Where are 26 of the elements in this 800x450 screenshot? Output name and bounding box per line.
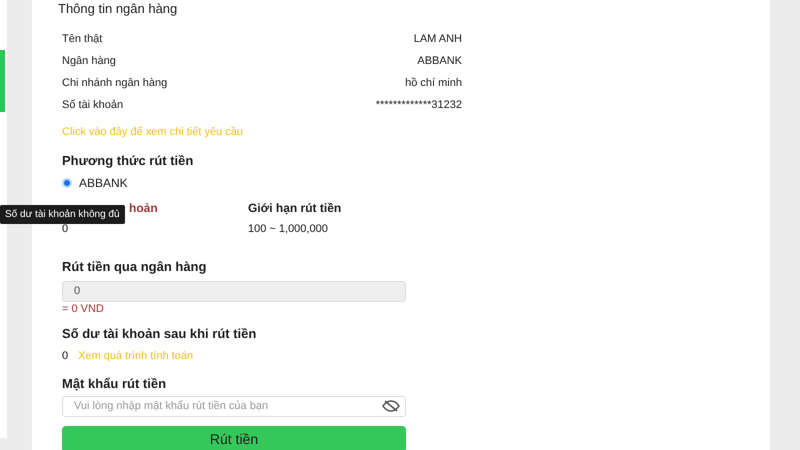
section-heading: Mật khẩu rút tiền (61, 376, 168, 392)
info-label: Ngân hàng (62, 54, 116, 69)
limit-label: Giới hạn rút tiền (248, 200, 342, 216)
info-value: ABBANK (417, 54, 462, 69)
balance-after-value: 0 (62, 348, 68, 362)
active-indicator (0, 50, 5, 112)
hidden-eye-icon[interactable] (382, 400, 400, 412)
tooltip: Số dư tài khoản không đủ (0, 205, 125, 224)
info-label: Tên thật (62, 32, 102, 47)
info-label: Số tài khoản (62, 98, 124, 113)
withdraw-button[interactable]: Rút tiền (62, 426, 406, 450)
section-title: Thông tin ngân hàng (58, 1, 178, 17)
info-value: hồ chí minh (405, 76, 462, 91)
amount-field[interactable]: 0 (62, 280, 406, 302)
section-heading: Phương thức rút tiền (61, 153, 194, 169)
info-value: *************31232 (376, 98, 462, 113)
radio-option[interactable]: ABBANK (62, 176, 462, 190)
info-label: Chi nhánh ngân hàng (62, 76, 168, 91)
converted-amount: = 0 VND (61, 302, 105, 316)
section-heading: Số dư tài khoản sau khi rút tiền (61, 326, 258, 342)
password-field[interactable]: Vui lòng nhập mật khẩu rút tiền của bạn (62, 396, 406, 416)
info-value: LAM ANH (414, 32, 462, 47)
balance-label: hoản (129, 200, 158, 216)
limit-value: 100 ~ 1,000,000 (248, 222, 329, 237)
balance-value: 0 (62, 222, 70, 237)
section-heading: Rút tiền qua ngân hàng (61, 258, 208, 274)
